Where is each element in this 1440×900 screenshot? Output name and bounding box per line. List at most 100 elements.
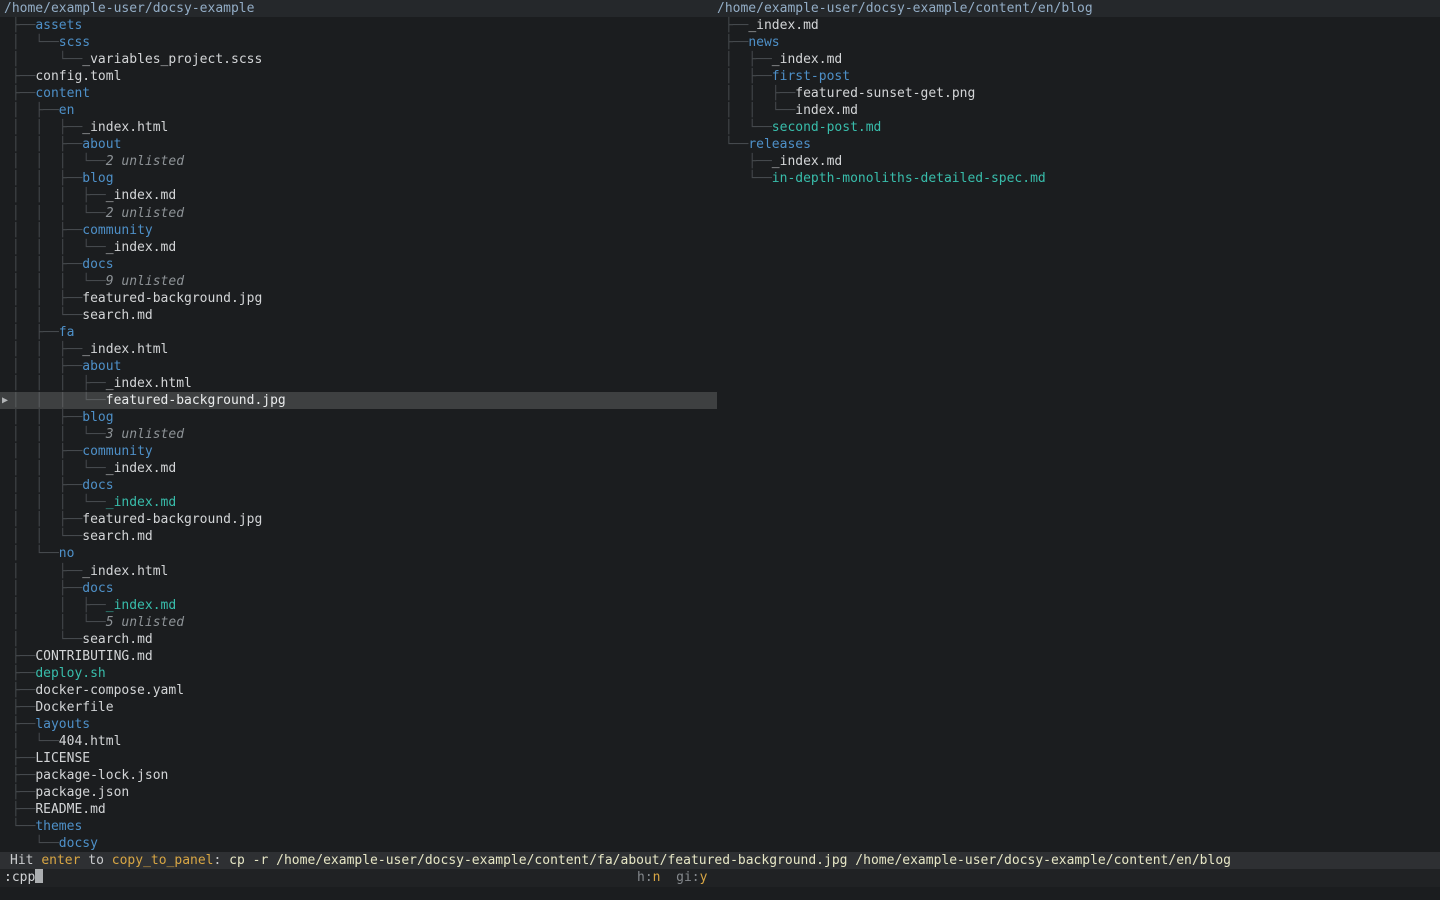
tree-row[interactable]: │ │ ├──featured-sunset-get.png bbox=[713, 85, 1440, 102]
tree-row[interactable]: ├──CONTRIBUTING.md bbox=[0, 648, 717, 665]
tree-row[interactable]: │ │ └──search.md bbox=[0, 528, 717, 545]
tree-row[interactable]: │ │ │ └──_index.md bbox=[0, 460, 717, 477]
tree-row[interactable]: │ └──_variables_project.scss bbox=[0, 51, 717, 68]
tree-row[interactable]: │ │ ├──community bbox=[0, 443, 717, 460]
tree-row[interactable]: └──docsy bbox=[0, 835, 717, 852]
tree-row[interactable]: │ ├──docs bbox=[0, 580, 717, 597]
tree-row[interactable]: │ │ ├──docs bbox=[0, 256, 717, 273]
tree-file-label: second-post.md bbox=[772, 120, 882, 135]
tree-unlisted-note: 2 unlisted bbox=[106, 206, 184, 221]
tree-row[interactable]: │ │ ├──blog bbox=[0, 170, 717, 187]
tree-row[interactable]: │ ├──first-post bbox=[713, 68, 1440, 85]
tree-row[interactable]: │ │ ├──about bbox=[0, 136, 717, 153]
tree-row[interactable]: ├──README.md bbox=[0, 801, 717, 818]
tree-row[interactable]: │ ├──en bbox=[0, 102, 717, 119]
tree-dir-label: blog bbox=[82, 171, 113, 186]
tree-branch-lines: ├── bbox=[4, 802, 35, 817]
tree-row[interactable]: │ │ └──search.md bbox=[0, 307, 717, 324]
tree-row[interactable]: │ │ │ └──9 unlisted bbox=[0, 273, 717, 290]
selection-arrow-icon: ▶ bbox=[2, 392, 8, 409]
tree-row[interactable]: ├──news bbox=[713, 34, 1440, 51]
tree-row[interactable]: │ └──second-post.md bbox=[713, 119, 1440, 136]
tree-row[interactable]: ├──_index.md bbox=[713, 17, 1440, 34]
tree-row[interactable]: │ ├──_index.md bbox=[713, 51, 1440, 68]
tree-row[interactable]: │ ├──_index.html bbox=[0, 563, 717, 580]
tree-row[interactable]: │ │ │ └──3 unlisted bbox=[0, 426, 717, 443]
tree-branch-lines: │ │ │ └── bbox=[4, 427, 106, 442]
tree-row[interactable]: │ ├──fa bbox=[0, 324, 717, 341]
tree-file-label: _index.md bbox=[106, 240, 176, 255]
tree-row[interactable]: │ │ ├──blog bbox=[0, 409, 717, 426]
tree-branch-lines: │ │ ├── bbox=[4, 257, 82, 272]
tree-row[interactable]: │ │ │ ├──_index.md bbox=[0, 187, 717, 204]
tree-row[interactable]: │ │ ├──_index.html bbox=[0, 341, 717, 358]
tree-branch-lines: │ │ ├── bbox=[4, 137, 82, 152]
tree-unlisted-note: 2 unlisted bbox=[106, 154, 184, 169]
tree-row[interactable]: └──in-depth-monoliths-detailed-spec.md bbox=[713, 170, 1440, 187]
tree-row[interactable]: │ │ ├──featured-background.jpg bbox=[0, 290, 717, 307]
tree-row[interactable]: │ └──no bbox=[0, 545, 717, 562]
tree-branch-lines: │ │ ├── bbox=[717, 86, 795, 101]
tree-branch-lines: │ │ └── bbox=[4, 529, 82, 544]
status-bar: Hit enter to copy_to_panel: cp -r /home/… bbox=[0, 852, 1440, 869]
tree-row[interactable]: ├──deploy.sh bbox=[0, 665, 717, 682]
tree-branch-lines: │ ├── bbox=[4, 103, 59, 118]
tree-row[interactable]: │ │ │ ├──_index.html bbox=[0, 375, 717, 392]
command-input-row[interactable]: :cpph:n gi:y bbox=[0, 869, 1440, 887]
tree-file-label: _index.html bbox=[82, 342, 168, 357]
tree-row[interactable]: └──themes bbox=[0, 818, 717, 835]
tree-file-label: featured-background.jpg bbox=[106, 393, 286, 408]
tree-branch-lines: │ │ ├── bbox=[4, 291, 82, 306]
status-text: to bbox=[80, 853, 111, 868]
tree-row[interactable]: │ │ ├──community bbox=[0, 222, 717, 239]
tree-branch-lines: ├── bbox=[4, 649, 35, 664]
tree-row[interactable]: ├──layouts bbox=[0, 716, 717, 733]
tree-row[interactable]: │ │ ├──docs bbox=[0, 477, 717, 494]
tree-branch-lines: │ │ ├── bbox=[4, 444, 82, 459]
tree-row[interactable]: ├──content bbox=[0, 85, 717, 102]
tree-unlisted-note: 9 unlisted bbox=[106, 274, 184, 289]
tree-row[interactable]: │ └──search.md bbox=[0, 631, 717, 648]
tree-row[interactable]: │ │ ├──_index.md bbox=[0, 597, 717, 614]
tree-file-label: _index.md bbox=[772, 154, 842, 169]
tree-row[interactable]: ├──docker-compose.yaml bbox=[0, 682, 717, 699]
tree-row[interactable]: │ │ │ └──_index.md bbox=[0, 239, 717, 256]
tree-dir-label: no bbox=[59, 546, 75, 561]
tree-row[interactable]: │ │ │ └──2 unlisted bbox=[0, 153, 717, 170]
status-text: Hit bbox=[10, 853, 41, 868]
tree-row-selected[interactable]: │ │ │ └──featured-background.jpg▶ bbox=[0, 392, 717, 409]
tree-branch-lines: ├── bbox=[717, 154, 772, 169]
tree-row[interactable]: ├──assets bbox=[0, 17, 717, 34]
tree-branch-lines: │ ├── bbox=[4, 564, 82, 579]
tree-row[interactable]: │ │ │ └──2 unlisted bbox=[0, 205, 717, 222]
tree-file-label: package-lock.json bbox=[35, 768, 168, 783]
tree-branch-lines: │ │ │ └── bbox=[4, 206, 106, 221]
tree-file-label: _index.html bbox=[82, 120, 168, 135]
tree-branch-lines: │ └── bbox=[4, 35, 59, 50]
tree-row[interactable]: │ │ ├──featured-background.jpg bbox=[0, 511, 717, 528]
left-panel-root-path: /home/example-user/docsy-example bbox=[4, 0, 254, 17]
tree-row[interactable]: ├──config.toml bbox=[0, 68, 717, 85]
tree-branch-lines: │ │ └── bbox=[717, 103, 795, 118]
tree-branch-lines: ├── bbox=[4, 683, 35, 698]
tree-row[interactable]: │ └──404.html bbox=[0, 733, 717, 750]
tree-row[interactable]: ├──LICENSE bbox=[0, 750, 717, 767]
tree-row[interactable]: │ │ │ └──_index.md bbox=[0, 494, 717, 511]
tree-row[interactable]: ├──Dockerfile bbox=[0, 699, 717, 716]
right-panel-file-tree: ├──_index.md ├──news │ ├──_index.md │ ├─… bbox=[713, 17, 1440, 187]
tree-branch-lines: │ │ ├── bbox=[4, 342, 82, 357]
tree-row[interactable]: ├──_index.md bbox=[713, 153, 1440, 170]
tree-row[interactable]: │ │ ├──_index.html bbox=[0, 119, 717, 136]
tree-file-label: featured-background.jpg bbox=[82, 291, 262, 306]
tree-row[interactable]: ├──package.json bbox=[0, 784, 717, 801]
tree-row[interactable]: ├──package-lock.json bbox=[0, 767, 717, 784]
tree-row[interactable]: └──releases bbox=[713, 136, 1440, 153]
tree-branch-lines: ├── bbox=[4, 785, 35, 800]
tree-dir-label: news bbox=[748, 35, 779, 50]
tree-file-label: _variables_project.scss bbox=[82, 52, 262, 67]
tree-row[interactable]: │ │ ├──about bbox=[0, 358, 717, 375]
command-input[interactable]: :cpp bbox=[0, 870, 35, 885]
tree-row[interactable]: │ │ └──index.md bbox=[713, 102, 1440, 119]
tree-row[interactable]: │ │ └──5 unlisted bbox=[0, 614, 717, 631]
tree-row[interactable]: │ └──scss bbox=[0, 34, 717, 51]
